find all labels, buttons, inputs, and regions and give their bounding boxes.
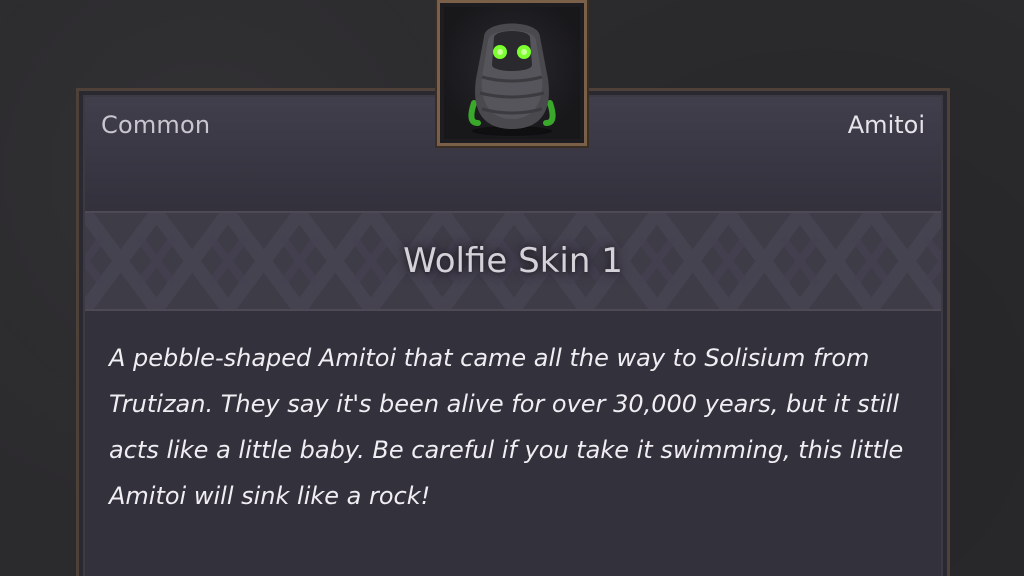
item-description: A pebble-shaped Amitoi that came all the… — [109, 344, 904, 510]
item-portrait — [444, 7, 580, 139]
item-tooltip-card: Common Amitoi Wolfie Skin 1 A pebble-sha… — [76, 88, 950, 576]
item-portrait-frame — [437, 0, 587, 146]
item-name: Wolfie Skin 1 — [403, 241, 623, 281]
item-name-banner: Wolfie Skin 1 — [85, 211, 941, 311]
item-category: Amitoi — [847, 111, 925, 139]
amitoi-stone-creature-icon — [468, 23, 556, 136]
item-rarity: Common — [101, 111, 211, 139]
